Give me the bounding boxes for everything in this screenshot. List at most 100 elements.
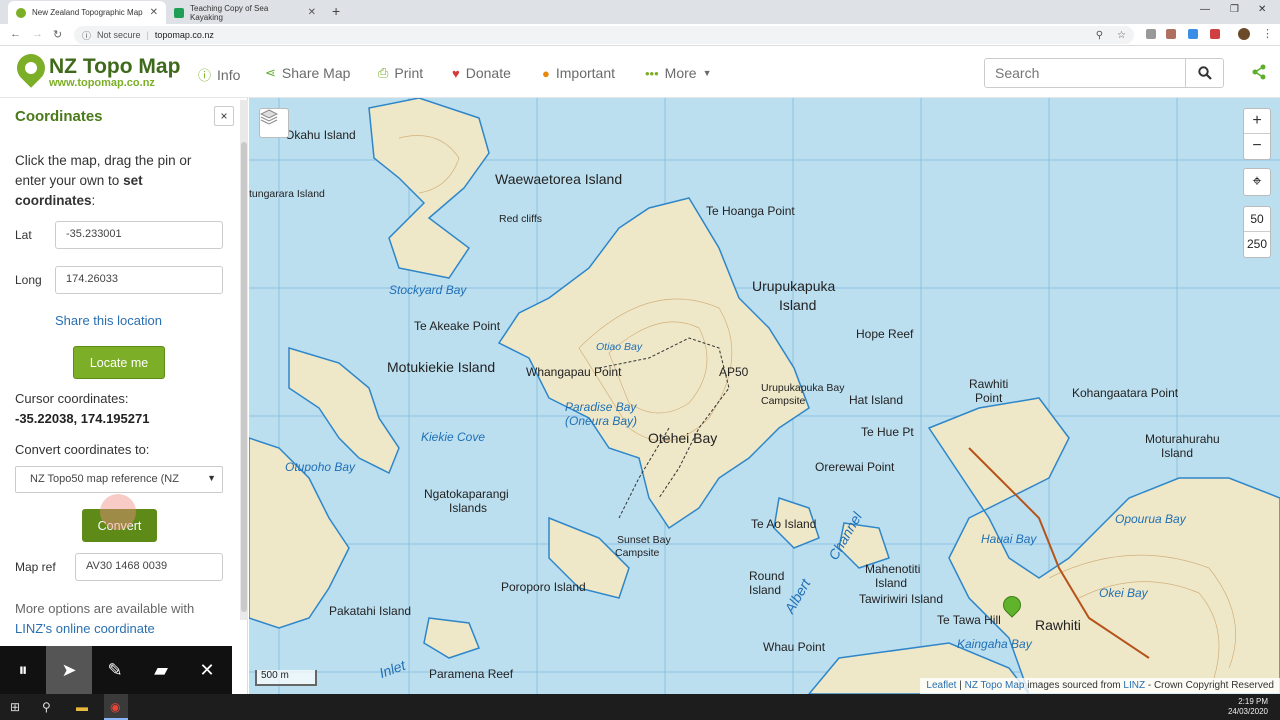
linz-coordinate-link[interactable]: LINZ's online coordinate bbox=[15, 621, 155, 636]
tab-sheets[interactable]: Teaching Copy of Sea Kayaking ✕ bbox=[166, 1, 324, 24]
zoom-out-button[interactable]: − bbox=[1244, 134, 1270, 159]
map-label: Island bbox=[1161, 446, 1194, 460]
menu-more[interactable]: ••• More ▼ bbox=[645, 65, 711, 81]
profile-avatar[interactable] bbox=[1238, 28, 1250, 40]
tab-label: Teaching Copy of Sea Kayaking bbox=[190, 3, 269, 22]
search-icon bbox=[1197, 66, 1212, 80]
locate-me-button[interactable]: Locate me bbox=[73, 346, 165, 379]
zoom-control: + − bbox=[1243, 108, 1271, 160]
map-label: Poroporo Island bbox=[501, 580, 586, 594]
highlighter-icon[interactable]: ▰ bbox=[138, 646, 184, 694]
menu-important[interactable]: ● Important bbox=[542, 65, 615, 81]
ellipsis-icon: ••• bbox=[645, 65, 659, 81]
menu-info[interactable]: ⓘ Info bbox=[198, 65, 240, 84]
topomap-favicon-icon bbox=[16, 7, 26, 18]
annotation-toolbar: ⏸ ➤ ✎ ▰ ✕ bbox=[0, 646, 232, 694]
forward-icon[interactable]: → bbox=[32, 28, 43, 40]
bookmark-star-icon[interactable]: ☆ bbox=[1117, 30, 1126, 41]
search-button[interactable] bbox=[1185, 58, 1224, 88]
taskbar-clock[interactable]: 2:19 PM 24/03/2020 bbox=[1228, 697, 1268, 717]
browser-addressbar: ← → ↻ ⓘ Not secure | topomap.co.nz ⚲ ☆ ⋮ bbox=[0, 24, 1280, 46]
map-label: Hat Island bbox=[849, 393, 904, 407]
app-header: NZ Topo Map www.topomap.co.nz ⓘ Info ⋖ S… bbox=[0, 46, 1280, 98]
tab-close-icon[interactable]: ✕ bbox=[308, 7, 316, 18]
zoom-icon[interactable]: ⚲ bbox=[1096, 30, 1103, 41]
zoom-in-button[interactable]: + bbox=[1244, 109, 1270, 134]
sheets-favicon-icon bbox=[174, 7, 184, 18]
leaflet-link[interactable]: Leaflet bbox=[926, 680, 956, 691]
menu-label: Share Map bbox=[281, 65, 351, 81]
share-icon: ⋖ bbox=[265, 65, 276, 80]
share-network-icon[interactable] bbox=[1251, 64, 1267, 85]
extension-icon[interactable] bbox=[1146, 29, 1156, 39]
windows-start-icon[interactable]: ⊞ bbox=[10, 700, 20, 714]
map-label: Opourua Bay bbox=[1115, 512, 1186, 526]
nztopo-link[interactable]: NZ Topo Map bbox=[965, 680, 1025, 691]
panel-close-button[interactable]: × bbox=[214, 106, 234, 126]
close-icon[interactable]: ✕ bbox=[184, 646, 230, 694]
map-label: Paramena Reef bbox=[429, 667, 514, 681]
chrome-icon[interactable]: ◉ bbox=[110, 700, 120, 714]
extension-icon[interactable] bbox=[1166, 29, 1176, 39]
mapref-output[interactable]: AV30 1468 0039 bbox=[75, 553, 223, 581]
menu-share-map[interactable]: ⋖ Share Map bbox=[265, 65, 350, 81]
map-label: Urupukapuka Bay bbox=[761, 382, 845, 394]
extension-icon[interactable] bbox=[1188, 29, 1198, 39]
pause-icon[interactable]: ⏸ bbox=[0, 646, 46, 694]
map-label: Waewaetorea Island bbox=[495, 171, 623, 187]
pointer-icon[interactable]: ➤ bbox=[46, 646, 92, 694]
map-label: Otupoho Bay bbox=[285, 460, 356, 474]
map-label: Whau Point bbox=[763, 640, 826, 654]
new-tab-button[interactable]: + bbox=[332, 3, 340, 19]
scale-50-button[interactable]: 50 bbox=[1244, 207, 1270, 232]
panel-scrollbar-thumb[interactable] bbox=[241, 142, 247, 612]
window-close-icon[interactable]: ✕ bbox=[1258, 4, 1266, 15]
browser-tabbar: New Zealand Topographic Map ✕ Teaching C… bbox=[0, 0, 1280, 24]
restore-icon[interactable]: ❐ bbox=[1230, 4, 1239, 15]
map-label: Otehei Bay bbox=[648, 430, 718, 446]
topo-map[interactable]: Okahu Island tungarara Island Waewaetore… bbox=[249, 98, 1280, 694]
search-icon[interactable]: ⚲ bbox=[42, 700, 51, 714]
linz-link[interactable]: LINZ bbox=[1123, 680, 1145, 691]
share-location-link[interactable]: Share this location bbox=[55, 313, 162, 328]
logo-title[interactable]: NZ Topo Map bbox=[49, 55, 180, 79]
lat-input[interactable]: -35.233001 bbox=[55, 221, 223, 249]
long-input[interactable]: 174.26033 bbox=[55, 266, 223, 294]
back-icon[interactable]: ← bbox=[10, 28, 21, 40]
logo-pin-icon bbox=[11, 48, 51, 88]
scale-bar: 500 m bbox=[255, 670, 317, 686]
search-input[interactable] bbox=[984, 58, 1186, 88]
map-label: Rawhiti bbox=[1035, 617, 1081, 633]
pen-icon[interactable]: ✎ bbox=[92, 646, 138, 694]
map-label: Kaingaha Bay bbox=[957, 637, 1032, 651]
menu-donate[interactable]: ♥ Donate bbox=[452, 65, 511, 81]
locate-crosshair-icon[interactable]: ⌖ bbox=[1243, 168, 1271, 196]
menu-print[interactable]: ⎙ Print bbox=[378, 65, 423, 81]
warning-icon: ● bbox=[542, 65, 550, 81]
dropdown-arrow-icon: ▼ bbox=[207, 473, 216, 483]
omnibox[interactable]: ⓘ Not secure | topomap.co.nz ⚲ ☆ bbox=[74, 26, 1134, 44]
tab-topomap[interactable]: New Zealand Topographic Map ✕ bbox=[8, 1, 166, 24]
tab-label: New Zealand Topographic Map bbox=[32, 8, 143, 17]
map-label: Mahenotiti bbox=[865, 562, 921, 576]
browser-menu-icon[interactable]: ⋮ bbox=[1262, 27, 1273, 40]
map-label: Sunset Bay bbox=[617, 534, 671, 546]
menu-label: More bbox=[664, 65, 697, 81]
menu-label: Important bbox=[555, 65, 615, 81]
click-indicator bbox=[100, 494, 136, 530]
scale-250-button[interactable]: 250 bbox=[1244, 232, 1270, 257]
menu-label: Donate bbox=[465, 65, 511, 81]
tab-close-icon[interactable]: ✕ bbox=[150, 7, 158, 18]
reload-icon[interactable]: ↻ bbox=[53, 28, 62, 41]
layers-button[interactable] bbox=[259, 108, 289, 138]
info-icon: ⓘ bbox=[198, 68, 212, 83]
url-text: topomap.co.nz bbox=[154, 30, 214, 40]
map-label: Round bbox=[749, 569, 785, 583]
file-explorer-icon[interactable]: ▬ bbox=[76, 700, 88, 714]
chevron-down-icon: ▼ bbox=[702, 68, 712, 78]
extension-icon[interactable] bbox=[1210, 29, 1220, 39]
more-options-text: More options are available with bbox=[15, 601, 195, 616]
convert-format-select[interactable]: NZ Topo50 map reference (NZ ▼ bbox=[15, 466, 223, 493]
minimize-icon[interactable]: — bbox=[1200, 4, 1210, 15]
map-label: Island bbox=[749, 583, 782, 597]
